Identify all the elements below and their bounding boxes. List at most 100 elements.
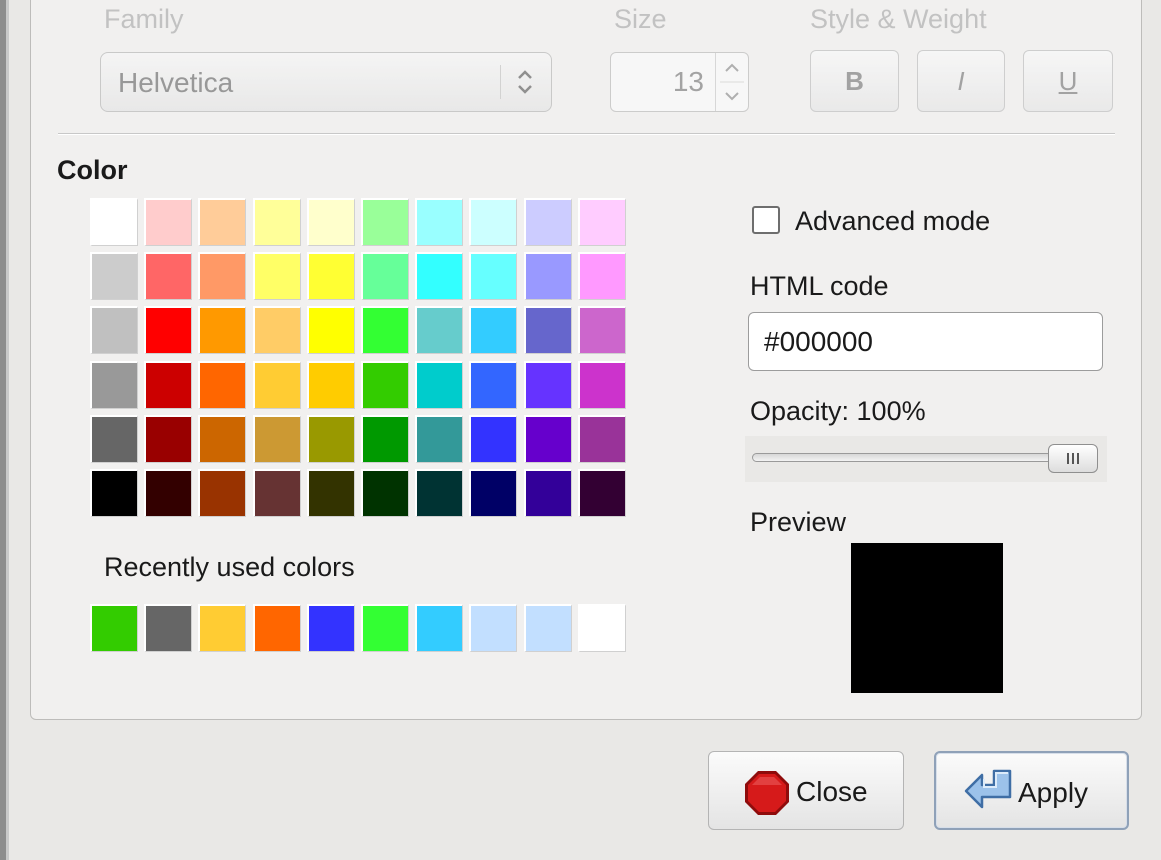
close-button[interactable]: Close xyxy=(708,751,904,830)
color-swatch[interactable] xyxy=(90,306,138,355)
color-swatch[interactable] xyxy=(469,306,518,355)
color-swatch[interactable] xyxy=(198,252,247,301)
underline-button[interactable]: U xyxy=(1023,50,1113,112)
opacity-slider-handle[interactable] xyxy=(1048,444,1098,473)
font-size-value: 13 xyxy=(672,66,704,97)
color-swatch[interactable] xyxy=(523,252,572,301)
recent-color-swatch[interactable] xyxy=(252,604,301,652)
color-swatch[interactable] xyxy=(415,360,464,409)
bold-button[interactable]: B xyxy=(810,50,899,112)
opacity-label: Opacity: 100% xyxy=(750,396,926,426)
advanced-mode-label[interactable]: Advanced mode xyxy=(795,206,990,237)
color-swatch[interactable] xyxy=(90,469,138,517)
size-label: Size xyxy=(614,4,667,34)
color-preview-box xyxy=(851,543,1003,693)
color-swatch[interactable] xyxy=(90,198,138,246)
color-swatch[interactable] xyxy=(415,252,464,301)
color-swatch[interactable] xyxy=(577,469,626,517)
spin-buttons[interactable] xyxy=(715,53,748,111)
color-swatch[interactable] xyxy=(90,252,138,301)
color-swatch[interactable] xyxy=(415,306,464,355)
color-swatch[interactable] xyxy=(252,414,301,463)
color-swatch[interactable] xyxy=(252,360,301,409)
color-swatch[interactable] xyxy=(144,360,193,409)
italic-button[interactable]: I xyxy=(917,50,1005,112)
color-swatch[interactable] xyxy=(361,469,409,517)
font-size-spinbox[interactable]: 13 xyxy=(610,52,749,112)
color-swatch[interactable] xyxy=(523,360,572,409)
html-code-input[interactable]: #000000 xyxy=(748,312,1103,371)
apply-arrow-icon xyxy=(964,769,1012,809)
close-button-label: Close xyxy=(796,776,868,807)
color-swatch[interactable] xyxy=(523,414,572,463)
color-swatch[interactable] xyxy=(577,198,626,246)
recent-color-swatch[interactable] xyxy=(361,604,409,652)
color-swatch[interactable] xyxy=(577,306,626,355)
preview-label: Preview xyxy=(750,507,847,537)
recent-color-swatch[interactable] xyxy=(523,604,572,652)
color-swatch[interactable] xyxy=(469,198,518,246)
color-swatch[interactable] xyxy=(252,252,301,301)
color-swatch[interactable] xyxy=(469,469,518,517)
section-divider xyxy=(58,133,1115,135)
color-swatch[interactable] xyxy=(198,360,247,409)
color-swatch[interactable] xyxy=(252,306,301,355)
opacity-slider-groove[interactable] xyxy=(752,453,1052,462)
color-swatch[interactable] xyxy=(144,414,193,463)
color-swatch[interactable] xyxy=(469,414,518,463)
advanced-mode-checkbox[interactable] xyxy=(752,206,780,234)
recent-color-swatch[interactable] xyxy=(469,604,518,652)
apply-button-label: Apply xyxy=(1018,777,1089,808)
stop-sign-icon xyxy=(745,771,789,815)
color-swatch[interactable] xyxy=(415,414,464,463)
up-down-arrow-icon xyxy=(518,70,532,94)
color-swatch[interactable] xyxy=(577,414,626,463)
color-swatch[interactable] xyxy=(252,469,301,517)
recent-color-swatch[interactable] xyxy=(306,604,355,652)
grip-line-icon xyxy=(1072,453,1074,464)
color-swatch[interactable] xyxy=(198,414,247,463)
color-swatch[interactable] xyxy=(144,469,193,517)
color-swatch[interactable] xyxy=(252,198,301,246)
family-label: Family xyxy=(104,4,184,34)
color-swatch[interactable] xyxy=(90,414,138,463)
window-edge-highlight xyxy=(6,0,9,860)
color-swatch[interactable] xyxy=(523,198,572,246)
color-swatch[interactable] xyxy=(361,360,409,409)
color-swatch[interactable] xyxy=(198,198,247,246)
color-swatch[interactable] xyxy=(306,360,355,409)
color-swatch[interactable] xyxy=(90,360,138,409)
color-swatch[interactable] xyxy=(198,469,247,517)
color-swatch[interactable] xyxy=(361,252,409,301)
color-swatch[interactable] xyxy=(306,252,355,301)
color-swatch[interactable] xyxy=(361,198,409,246)
color-swatch[interactable] xyxy=(361,306,409,355)
color-swatch[interactable] xyxy=(306,306,355,355)
color-swatch[interactable] xyxy=(361,414,409,463)
color-swatch[interactable] xyxy=(306,198,355,246)
color-swatch[interactable] xyxy=(144,198,193,246)
color-swatch[interactable] xyxy=(577,252,626,301)
color-swatch[interactable] xyxy=(577,360,626,409)
style-weight-label: Style & Weight xyxy=(810,4,987,34)
recent-color-swatch[interactable] xyxy=(415,604,464,652)
color-swatch[interactable] xyxy=(523,469,572,517)
color-swatch[interactable] xyxy=(415,469,464,517)
color-swatch[interactable] xyxy=(523,306,572,355)
color-swatch[interactable] xyxy=(198,306,247,355)
color-swatch[interactable] xyxy=(144,252,193,301)
font-family-select[interactable]: Helvetica xyxy=(100,52,552,112)
color-swatch[interactable] xyxy=(469,252,518,301)
color-swatch[interactable] xyxy=(306,414,355,463)
apply-button[interactable]: Apply xyxy=(934,751,1129,830)
recent-color-swatch[interactable] xyxy=(144,604,193,652)
recent-color-swatch[interactable] xyxy=(577,604,626,652)
color-swatch[interactable] xyxy=(415,198,464,246)
recent-color-swatch[interactable] xyxy=(198,604,247,652)
select-separator xyxy=(500,65,501,99)
recent-color-swatch[interactable] xyxy=(90,604,138,652)
grip-line-icon xyxy=(1077,453,1079,464)
color-swatch[interactable] xyxy=(144,306,193,355)
color-swatch[interactable] xyxy=(469,360,518,409)
color-swatch[interactable] xyxy=(306,469,355,517)
